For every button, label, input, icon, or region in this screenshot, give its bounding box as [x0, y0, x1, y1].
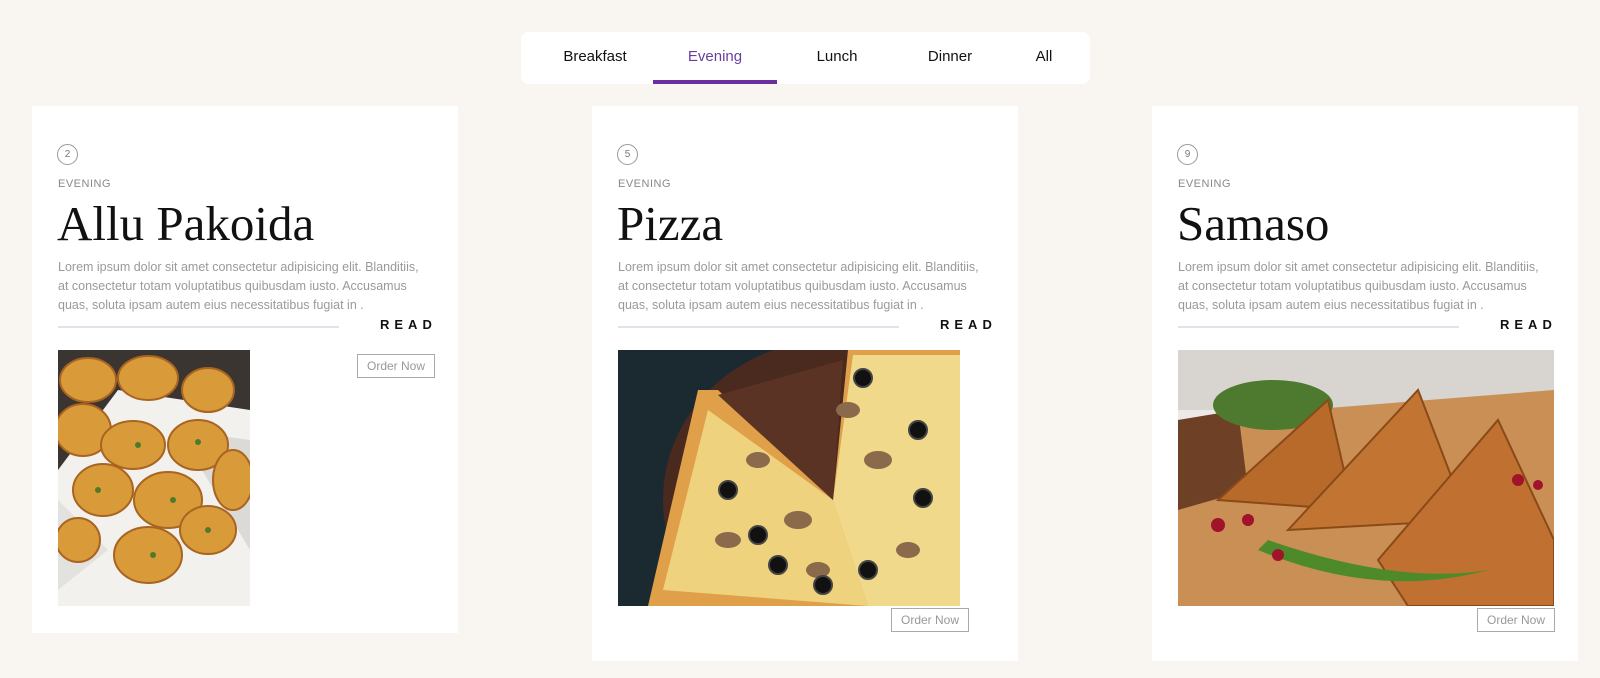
menu-card-pizza: 5 EVENING Pizza Lorem ipsum dolor sit am… — [592, 106, 1018, 661]
item-description: Lorem ipsum dolor sit amet consectetur a… — [618, 260, 979, 312]
item-title: Pizza — [617, 196, 724, 251]
divider — [58, 326, 339, 328]
read-link[interactable]: READ — [940, 317, 997, 332]
read-link[interactable]: READ — [380, 317, 437, 332]
pakora-photo — [58, 350, 250, 606]
menu-card-allu-pakoida: 2 EVENING Allu Pakoida Lorem ipsum dolor… — [32, 106, 458, 633]
item-description: Lorem ipsum dolor sit amet consectetur a… — [1178, 260, 1539, 312]
tab-evening[interactable]: Evening — [653, 32, 777, 84]
item-number-badge: 2 — [57, 144, 78, 165]
samosa-photo — [1178, 350, 1554, 606]
tab-breakfast[interactable]: Breakfast — [545, 32, 645, 84]
tab-all[interactable]: All — [1025, 32, 1063, 84]
divider — [618, 326, 899, 328]
read-link[interactable]: READ — [1500, 317, 1557, 332]
item-description: Lorem ipsum dolor sit amet consectetur a… — [58, 260, 419, 312]
category-tabs: Breakfast Evening Lunch Dinner All — [521, 32, 1090, 84]
order-now-button[interactable]: Order Now — [1477, 608, 1556, 632]
active-tab-indicator — [653, 80, 777, 84]
tab-lunch[interactable]: Lunch — [801, 32, 873, 84]
item-category: EVENING — [618, 178, 672, 190]
order-now-button[interactable]: Order Now — [357, 354, 436, 378]
item-category: EVENING — [1178, 178, 1232, 190]
divider — [1178, 326, 1459, 328]
item-number-badge: 9 — [1177, 144, 1198, 165]
item-number-badge: 5 — [617, 144, 638, 165]
tab-dinner[interactable]: Dinner — [913, 32, 987, 84]
menu-card-samaso: 9 EVENING Samaso Lorem ipsum dolor sit a… — [1152, 106, 1578, 661]
pizza-photo — [618, 350, 960, 606]
item-title: Samaso — [1177, 196, 1330, 251]
item-category: EVENING — [58, 178, 112, 190]
order-now-button[interactable]: Order Now — [891, 608, 970, 632]
item-title: Allu Pakoida — [57, 196, 315, 251]
